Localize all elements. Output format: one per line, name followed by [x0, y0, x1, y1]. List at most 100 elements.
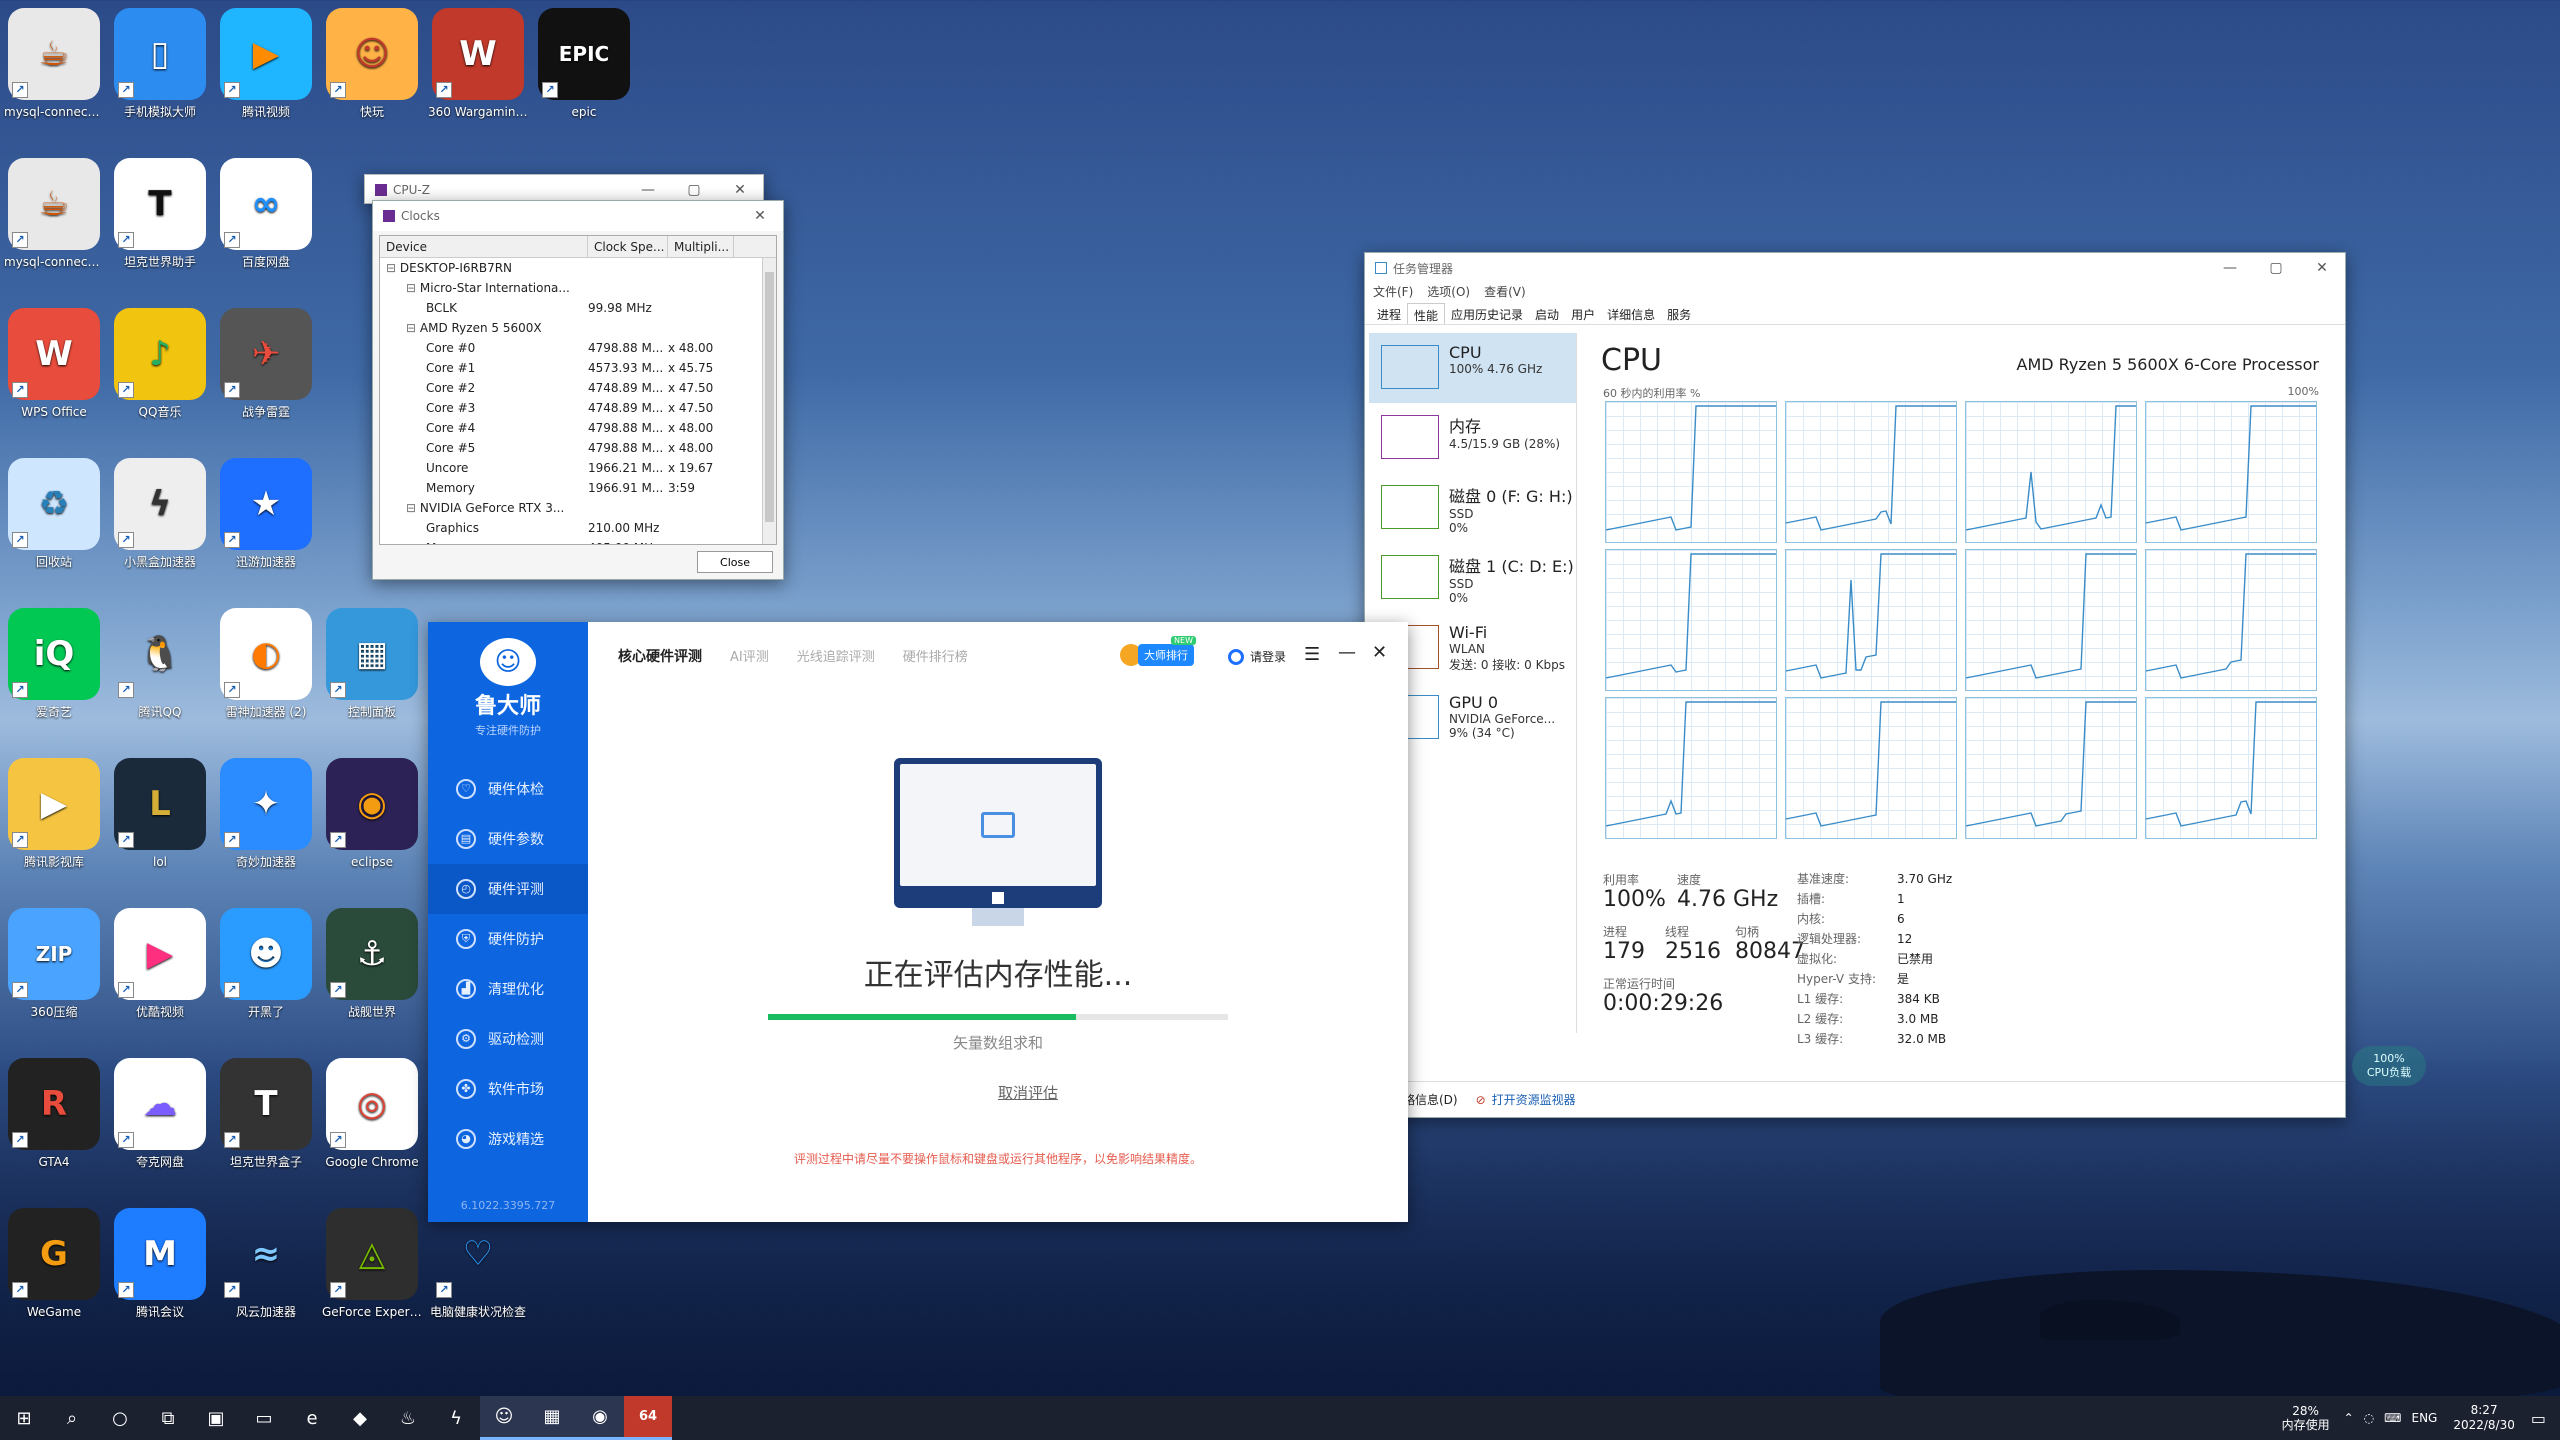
desktop-icon[interactable]: L ↗ lol: [108, 752, 212, 900]
resource-monitor-link[interactable]: 打开资源监视器: [1492, 1091, 1576, 1108]
close-icon[interactable]: ✕: [2299, 260, 2345, 276]
clock-row[interactable]: ⊟ Micro-Star Internationa...: [380, 278, 776, 298]
nav-item[interactable]: ♡ 硬件体检: [428, 764, 588, 814]
desktop-icon[interactable]: ▶ ↗ 优酷视频: [108, 902, 212, 1050]
clock-row[interactable]: Core #2 4748.89 M... x 47.50: [380, 378, 776, 398]
desktop-icon[interactable]: ☺ ↗ 快玩: [320, 2, 424, 150]
col-mult[interactable]: Multipli...: [668, 236, 734, 258]
cpuz-taskbar-icon[interactable]: ◉: [576, 1396, 624, 1440]
perf-sidebar-item[interactable]: CPU 100% 4.76 GHz: [1369, 333, 1576, 403]
desktop-icon[interactable]: T ↗ 坦克世界助手: [108, 152, 212, 300]
menu-item[interactable]: 选项(O): [1427, 283, 1470, 303]
minimize-icon[interactable]: —: [2207, 260, 2253, 276]
nav-item[interactable]: ✤ 软件市场: [428, 1064, 588, 1114]
task-view-icon[interactable]: ⧉: [144, 1396, 192, 1440]
desktop-icon[interactable]: ☕ ↗ mysql-connecto...: [2, 2, 106, 150]
task-manager-window[interactable]: 任务管理器 — ▢ ✕ 文件(F) 选项(O) 查看(V) 进程 性能 应用历史记录 启动 用户…: [1364, 252, 2346, 1118]
tab-2[interactable]: 应用历史记录: [1445, 303, 1529, 324]
col-device[interactable]: Device: [380, 236, 588, 258]
desktop-icon[interactable]: ♡ ↗ 电脑健康状况检查: [426, 1202, 530, 1350]
login-link[interactable]: 请登录: [1250, 648, 1286, 665]
desktop-icon[interactable]: T ↗ 坦克世界盒子: [214, 1052, 318, 1200]
desktop-icon[interactable]: ▦ ↗ 控制面板: [320, 602, 424, 750]
desktop-icon[interactable]: R ↗ GTA4: [2, 1052, 106, 1200]
ludashi-tab[interactable]: AI评测: [730, 646, 769, 666]
clocks-tree[interactable]: Device Clock Spe... Multipli... ⊟ DESKTO…: [379, 235, 777, 545]
nav-item[interactable]: ▟ 清理优化: [428, 964, 588, 1014]
nav-item[interactable]: ⚙ 驱动检测: [428, 1014, 588, 1064]
clock-row[interactable]: Memory 1966.91 M... 3:59: [380, 478, 776, 498]
ludashi-minimize-icon[interactable]: —: [1338, 642, 1356, 663]
desktop-icon[interactable]: ✦ ↗ 奇妙加速器: [214, 752, 318, 900]
tree-expander-icon[interactable]: ⊟: [406, 501, 420, 515]
menu-item[interactable]: 文件(F): [1373, 283, 1413, 303]
tab-6[interactable]: 服务: [1661, 303, 1697, 324]
cortana-icon[interactable]: ○: [96, 1396, 144, 1440]
desktop-icon[interactable]: ✈ ↗ 战争雷霆: [214, 302, 318, 450]
menu-item[interactable]: 查看(V): [1484, 283, 1526, 303]
maximize-icon[interactable]: ▢: [671, 182, 717, 198]
tray-chevron-icon[interactable]: ⌃: [2344, 1411, 2354, 1425]
keyboard-icon[interactable]: ⌨: [2384, 1411, 2401, 1425]
clock-row[interactable]: Core #3 4748.89 M... x 47.50: [380, 398, 776, 418]
desktop-icon[interactable]: W↗ 360 Wargaming Game Center: [426, 2, 530, 150]
clock-row[interactable]: ⊟ AMD Ryzen 5 5600X: [380, 318, 776, 338]
tab-0[interactable]: 进程: [1371, 303, 1407, 324]
clock-row[interactable]: Uncore 1966.21 M... x 19.67: [380, 458, 776, 478]
clock[interactable]: 8:27 2022/8/30: [2453, 1403, 2515, 1433]
clock-row[interactable]: ⊟ DESKTOP-I6RB7RN: [380, 258, 776, 278]
tab-3[interactable]: 启动: [1529, 303, 1565, 324]
desktop-icon[interactable]: ZIP ↗ 360压缩: [2, 902, 106, 1050]
clock-row[interactable]: Core #4 4798.88 M... x 48.00: [380, 418, 776, 438]
start-icon[interactable]: ⊞: [0, 1396, 48, 1440]
taskmgr-taskbar-icon[interactable]: ▦: [528, 1396, 576, 1440]
desktop-icon[interactable]: W ↗ WPS Office: [2, 302, 106, 450]
desktop-icon[interactable]: ◐ ↗ 雷神加速器 (2): [214, 602, 318, 750]
ludashi-tab[interactable]: 光线追踪评测: [797, 646, 875, 666]
clocks-scrollbar[interactable]: [762, 258, 776, 544]
explorer-icon[interactable]: ▭: [240, 1396, 288, 1440]
nav-item[interactable]: ⛨ 硬件防护: [428, 914, 588, 964]
tree-expander-icon[interactable]: ⊟: [406, 281, 420, 295]
close-icon[interactable]: ✕: [737, 208, 783, 224]
notification-icon[interactable]: ▭: [2531, 1409, 2546, 1428]
clock-row[interactable]: ⊟ NVIDIA GeForce RTX 3...: [380, 498, 776, 518]
steam-icon[interactable]: ♨: [384, 1396, 432, 1440]
cancel-benchmark-link[interactable]: 取消评估: [966, 1082, 1090, 1103]
desktop-icon[interactable]: ◉ ↗ eclipse: [320, 752, 424, 900]
tree-expander-icon[interactable]: ⊟: [386, 261, 400, 275]
rank-badge[interactable]: 大师排行 NEW: [1120, 636, 1196, 670]
tab-1[interactable]: 性能: [1407, 303, 1446, 324]
search-icon[interactable]: ⌕: [48, 1396, 96, 1440]
clock-row[interactable]: Core #0 4798.88 M... x 48.00: [380, 338, 776, 358]
clocks-titlebar[interactable]: Clocks ✕: [373, 201, 783, 231]
desktop-icon[interactable]: ≈ ↗ 风云加速器: [214, 1202, 318, 1350]
xiaoheihe-taskbar-icon[interactable]: ϟ: [432, 1396, 480, 1440]
minimize-icon[interactable]: —: [625, 182, 671, 198]
desktop-icon[interactable]: iQ ↗ 爱奇艺: [2, 602, 106, 750]
clock-row[interactable]: Core #1 4573.93 M... x 45.75: [380, 358, 776, 378]
desktop-icon[interactable]: ☕ ↗ mysql-connecto...: [2, 152, 106, 300]
maximize-icon[interactable]: ▢: [2253, 260, 2299, 276]
desktop-icon[interactable]: ◎ ↗ Google Chrome: [320, 1052, 424, 1200]
desktop-icon[interactable]: ▯ ↗ 手机模拟大师: [108, 2, 212, 150]
clock-row[interactable]: Core #5 4798.88 M... x 48.00: [380, 438, 776, 458]
language-indicator[interactable]: ENG: [2411, 1411, 2437, 1425]
tab-4[interactable]: 用户: [1565, 303, 1601, 324]
desktop-icon[interactable]: ☁ ↗ 夸克网盘: [108, 1052, 212, 1200]
desktop-icon[interactable]: ♻ ↗ 回收站: [2, 452, 106, 600]
nav-item[interactable]: ◕ 游戏精选: [428, 1114, 588, 1164]
tree-expander-icon[interactable]: ⊟: [406, 321, 420, 335]
desktop-icon[interactable]: M ↗ 腾讯会议: [108, 1202, 212, 1350]
ludashi-tab[interactable]: 硬件排行榜: [903, 646, 968, 666]
perf-sidebar-item[interactable]: 磁盘 0 (F: G: H:) SSD 0%: [1369, 473, 1576, 543]
ludashi-window[interactable]: ☺ 鲁大师 专注硬件防护 ♡ 硬件体检 ▤ 硬件参数 ◴ 硬件评测 ⛨ 硬件防护 ▟ 清理优化 ⚙ 驱…: [428, 622, 1408, 1222]
desktop-icon[interactable]: ★ ↗ 迅游加速器: [214, 452, 318, 600]
desktop-icon[interactable]: G ↗ WeGame: [2, 1202, 106, 1350]
login-area[interactable]: 请登录: [1228, 648, 1286, 665]
clocks-close-button[interactable]: Close: [697, 551, 773, 573]
cpuz-clocks-window[interactable]: Clocks ✕ Device Clock Spe... Multipli...…: [372, 200, 784, 580]
ludashi-close-icon[interactable]: ✕: [1372, 642, 1387, 663]
nav-item[interactable]: ◴ 硬件评测: [428, 864, 588, 914]
tab-5[interactable]: 详细信息: [1601, 303, 1661, 324]
